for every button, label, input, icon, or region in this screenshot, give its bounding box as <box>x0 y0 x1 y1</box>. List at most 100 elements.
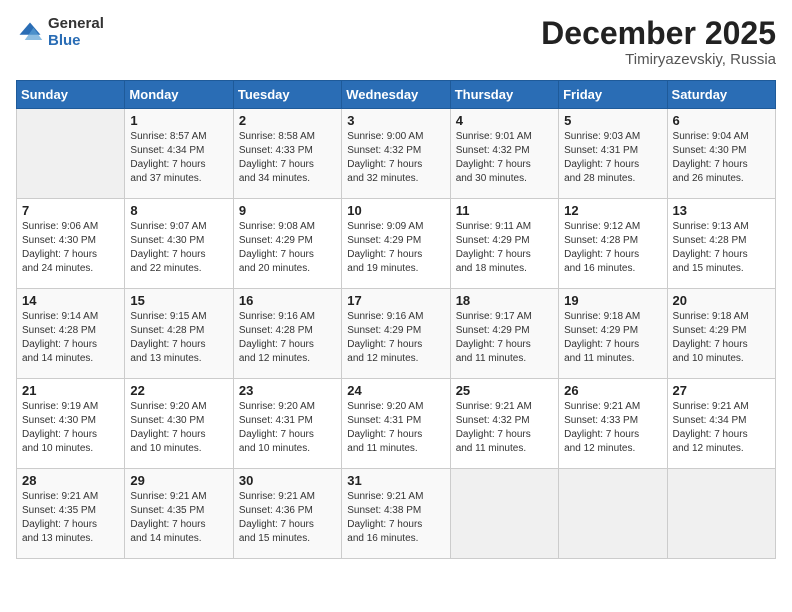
day-info: Sunrise: 9:04 AM Sunset: 4:30 PM Dayligh… <box>673 130 770 186</box>
weekday-header: Sunday <box>17 81 125 109</box>
logo-text: General Blue <box>48 16 104 49</box>
day-number: 10 <box>347 203 444 218</box>
day-info: Sunrise: 9:20 AM Sunset: 4:31 PM Dayligh… <box>347 400 444 456</box>
day-info: Sunrise: 9:21 AM Sunset: 4:33 PM Dayligh… <box>564 400 661 456</box>
calendar-cell: 15 Sunrise: 9:15 AM Sunset: 4:28 PM Dayli… <box>125 289 233 379</box>
day-info: Sunrise: 9:01 AM Sunset: 4:32 PM Dayligh… <box>456 130 553 186</box>
day-number: 2 <box>239 113 336 128</box>
calendar-cell: 19 Sunrise: 9:18 AM Sunset: 4:29 PM Dayli… <box>559 289 667 379</box>
calendar-cell: 1Sunrise: 8:57 AM Sunset: 4:34 PM Daylig… <box>125 109 233 199</box>
calendar-cell: 27 Sunrise: 9:21 AM Sunset: 4:34 PM Dayli… <box>667 379 775 469</box>
logo-icon <box>16 19 44 47</box>
day-number: 4 <box>456 113 553 128</box>
weekday-header: Thursday <box>450 81 558 109</box>
weekday-header: Wednesday <box>342 81 450 109</box>
day-info: Sunrise: 9:15 AM Sunset: 4:28 PM Dayligh… <box>130 310 227 366</box>
day-info: Sunrise: 9:13 AM Sunset: 4:28 PM Dayligh… <box>673 220 770 276</box>
day-number: 31 <box>347 473 444 488</box>
day-info: Sunrise: 8:57 AM Sunset: 4:34 PM Dayligh… <box>130 130 227 186</box>
weekday-header: Friday <box>559 81 667 109</box>
calendar-cell: 3 Sunrise: 9:00 AM Sunset: 4:32 PM Daylig… <box>342 109 450 199</box>
day-info: Sunrise: 9:08 AM Sunset: 4:29 PM Dayligh… <box>239 220 336 276</box>
day-info: Sunrise: 9:12 AM Sunset: 4:28 PM Dayligh… <box>564 220 661 276</box>
day-info: Sunrise: 9:09 AM Sunset: 4:29 PM Dayligh… <box>347 220 444 276</box>
day-number: 16 <box>239 293 336 308</box>
day-number: 17 <box>347 293 444 308</box>
logo-blue: Blue <box>48 33 104 50</box>
calendar-cell: 13 Sunrise: 9:13 AM Sunset: 4:28 PM Dayli… <box>667 199 775 289</box>
day-number: 19 <box>564 293 661 308</box>
calendar-cell: 7 Sunrise: 9:06 AM Sunset: 4:30 PM Daylig… <box>17 199 125 289</box>
calendar-cell: 23Sunrise: 9:20 AM Sunset: 4:31 PM Dayli… <box>233 379 341 469</box>
day-number: 24 <box>347 383 444 398</box>
calendar-cell: 28 Sunrise: 9:21 AM Sunset: 4:35 PM Dayli… <box>17 469 125 559</box>
day-info: Sunrise: 9:18 AM Sunset: 4:29 PM Dayligh… <box>564 310 661 366</box>
weekday-header: Tuesday <box>233 81 341 109</box>
calendar-cell: 5Sunrise: 9:03 AM Sunset: 4:31 PM Daylig… <box>559 109 667 199</box>
calendar-cell: 29 Sunrise: 9:21 AM Sunset: 4:35 PM Dayli… <box>125 469 233 559</box>
day-info: Sunrise: 9:14 AM Sunset: 4:28 PM Dayligh… <box>22 310 119 366</box>
calendar-cell: 22 Sunrise: 9:20 AM Sunset: 4:30 PM Dayli… <box>125 379 233 469</box>
calendar-cell: 11Sunrise: 9:11 AM Sunset: 4:29 PM Dayli… <box>450 199 558 289</box>
day-number: 23 <box>239 383 336 398</box>
calendar-week-row: 21Sunrise: 9:19 AM Sunset: 4:30 PM Dayli… <box>17 379 776 469</box>
day-info: Sunrise: 9:21 AM Sunset: 4:38 PM Dayligh… <box>347 490 444 546</box>
day-info: Sunrise: 9:20 AM Sunset: 4:30 PM Dayligh… <box>130 400 227 456</box>
day-info: Sunrise: 9:07 AM Sunset: 4:30 PM Dayligh… <box>130 220 227 276</box>
day-info: Sunrise: 9:06 AM Sunset: 4:30 PM Dayligh… <box>22 220 119 276</box>
day-number: 30 <box>239 473 336 488</box>
calendar-week-row: 1Sunrise: 8:57 AM Sunset: 4:34 PM Daylig… <box>17 109 776 199</box>
logo: General Blue <box>16 16 104 49</box>
day-info: Sunrise: 9:03 AM Sunset: 4:31 PM Dayligh… <box>564 130 661 186</box>
day-info: Sunrise: 9:16 AM Sunset: 4:28 PM Dayligh… <box>239 310 336 366</box>
title-block: December 2025 Timiryazevskiy, Russia <box>541 16 776 68</box>
weekday-header: Saturday <box>667 81 775 109</box>
day-number: 29 <box>130 473 227 488</box>
day-info: Sunrise: 9:16 AM Sunset: 4:29 PM Dayligh… <box>347 310 444 366</box>
calendar-week-row: 7 Sunrise: 9:06 AM Sunset: 4:30 PM Daylig… <box>17 199 776 289</box>
calendar-table: SundayMondayTuesdayWednesdayThursdayFrid… <box>16 80 776 559</box>
calendar-cell: 30 Sunrise: 9:21 AM Sunset: 4:36 PM Dayli… <box>233 469 341 559</box>
day-number: 18 <box>456 293 553 308</box>
day-number: 14 <box>22 293 119 308</box>
calendar-cell: 12Sunrise: 9:12 AM Sunset: 4:28 PM Dayli… <box>559 199 667 289</box>
day-info: Sunrise: 9:19 AM Sunset: 4:30 PM Dayligh… <box>22 400 119 456</box>
day-number: 15 <box>130 293 227 308</box>
calendar-cell: 26 Sunrise: 9:21 AM Sunset: 4:33 PM Dayli… <box>559 379 667 469</box>
calendar-cell: 14 Sunrise: 9:14 AM Sunset: 4:28 PM Dayli… <box>17 289 125 379</box>
day-info: Sunrise: 9:21 AM Sunset: 4:36 PM Dayligh… <box>239 490 336 546</box>
location: Timiryazevskiy, Russia <box>541 51 776 68</box>
day-info: Sunrise: 9:21 AM Sunset: 4:35 PM Dayligh… <box>130 490 227 546</box>
day-number: 13 <box>673 203 770 218</box>
day-number: 3 <box>347 113 444 128</box>
calendar-cell: 8 Sunrise: 9:07 AM Sunset: 4:30 PM Daylig… <box>125 199 233 289</box>
calendar-cell: 31 Sunrise: 9:21 AM Sunset: 4:38 PM Dayli… <box>342 469 450 559</box>
day-number: 28 <box>22 473 119 488</box>
day-number: 6 <box>673 113 770 128</box>
calendar-cell: 18Sunrise: 9:17 AM Sunset: 4:29 PM Dayli… <box>450 289 558 379</box>
calendar-cell: 17 Sunrise: 9:16 AM Sunset: 4:29 PM Dayli… <box>342 289 450 379</box>
weekday-header: Monday <box>125 81 233 109</box>
calendar-cell: 10 Sunrise: 9:09 AM Sunset: 4:29 PM Dayli… <box>342 199 450 289</box>
day-info: Sunrise: 9:21 AM Sunset: 4:35 PM Dayligh… <box>22 490 119 546</box>
day-number: 22 <box>130 383 227 398</box>
day-number: 8 <box>130 203 227 218</box>
day-info: Sunrise: 9:21 AM Sunset: 4:34 PM Dayligh… <box>673 400 770 456</box>
day-info: Sunrise: 9:00 AM Sunset: 4:32 PM Dayligh… <box>347 130 444 186</box>
calendar-cell: 20Sunrise: 9:18 AM Sunset: 4:29 PM Dayli… <box>667 289 775 379</box>
calendar-week-row: 14 Sunrise: 9:14 AM Sunset: 4:28 PM Dayli… <box>17 289 776 379</box>
calendar-cell <box>559 469 667 559</box>
calendar-cell: 6 Sunrise: 9:04 AM Sunset: 4:30 PM Daylig… <box>667 109 775 199</box>
calendar-cell <box>450 469 558 559</box>
calendar-cell <box>17 109 125 199</box>
day-number: 27 <box>673 383 770 398</box>
calendar-week-row: 28 Sunrise: 9:21 AM Sunset: 4:35 PM Dayli… <box>17 469 776 559</box>
day-number: 7 <box>22 203 119 218</box>
day-number: 26 <box>564 383 661 398</box>
month-title: December 2025 <box>541 16 776 51</box>
day-info: Sunrise: 9:18 AM Sunset: 4:29 PM Dayligh… <box>673 310 770 366</box>
day-number: 25 <box>456 383 553 398</box>
day-info: Sunrise: 9:11 AM Sunset: 4:29 PM Dayligh… <box>456 220 553 276</box>
logo-general: General <box>48 16 104 33</box>
day-number: 9 <box>239 203 336 218</box>
